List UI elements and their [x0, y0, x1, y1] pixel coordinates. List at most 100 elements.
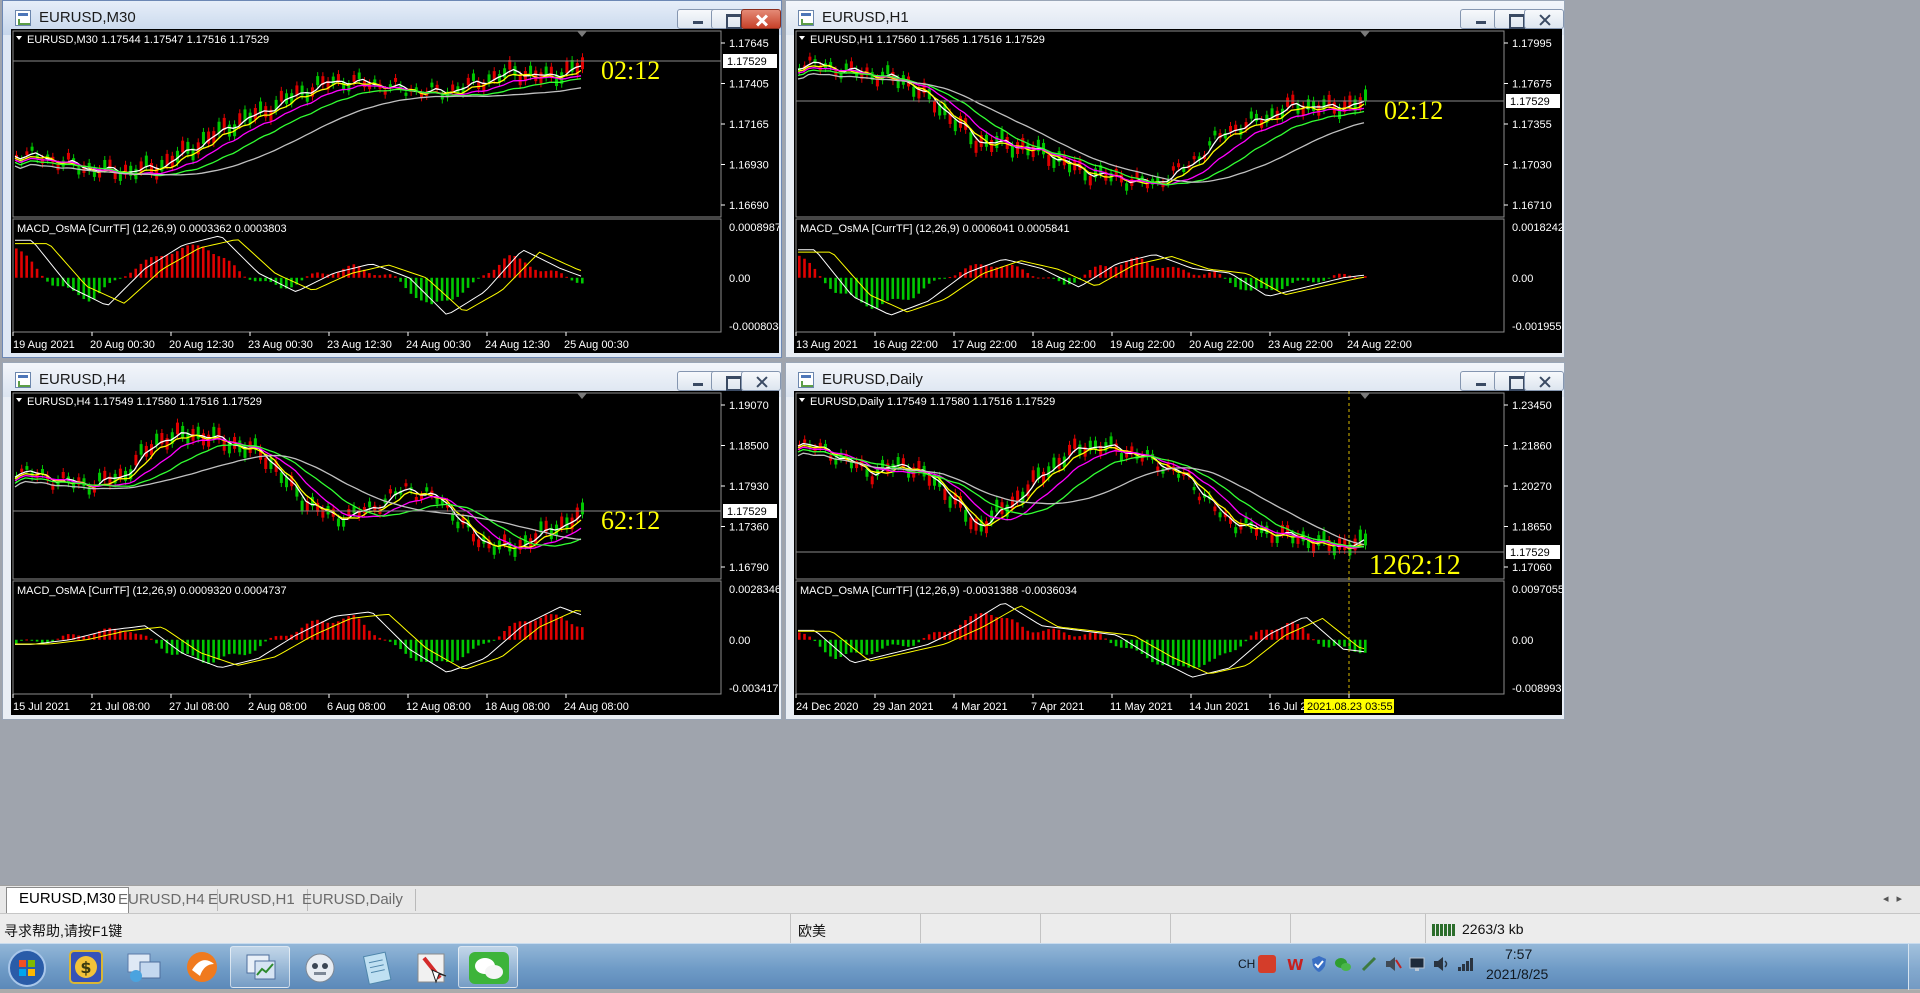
macd-histogram-bar	[201, 639, 205, 663]
macd-histogram-bar	[497, 636, 501, 640]
price-chart[interactable]: EURUSD,H1 1.17560 1.17565 1.17516 1.1752…	[794, 29, 1562, 353]
macd-histogram-bar	[435, 639, 439, 662]
macd-histogram-bar	[933, 277, 936, 281]
candle-body	[134, 454, 138, 466]
macd-histogram-bar	[191, 244, 195, 278]
chart-area[interactable]: EURUSD,H1 1.17560 1.17565 1.17516 1.1752…	[794, 29, 1562, 353]
macd-histogram-bar	[310, 273, 314, 278]
candle-body	[477, 539, 481, 548]
wechat-icon[interactable]	[458, 946, 518, 988]
macd-histogram-bar	[1177, 267, 1180, 278]
candle-body	[565, 61, 569, 74]
price-chart[interactable]: EURUSD,Daily 1.17549 1.17580 1.17516 1.1…	[794, 391, 1562, 715]
candle-body	[1291, 94, 1295, 105]
monitor-tray-icon[interactable]	[1408, 955, 1426, 973]
macd-histogram-bar	[414, 639, 418, 661]
candle-body	[331, 76, 335, 85]
clock-time[interactable]: 7:57	[1505, 946, 1532, 962]
macd-histogram-bar	[518, 621, 522, 640]
chart-area[interactable]: EURUSD,H4 1.17549 1.17580 1.17516 1.1752…	[11, 391, 779, 715]
macd-histogram-bar	[305, 276, 309, 278]
macd-histogram-bar	[1156, 267, 1159, 278]
paint-icon[interactable]	[406, 946, 466, 988]
speaker-mute-icon[interactable]	[1384, 955, 1402, 973]
macd-histogram-bar	[40, 275, 44, 278]
wps-icon[interactable]: W	[1286, 955, 1304, 974]
macd-histogram-bar	[933, 632, 936, 640]
sogou-input-icon[interactable]	[1258, 955, 1276, 973]
wechat-tray-icon[interactable]	[1334, 955, 1352, 973]
macd-histogram-bar	[1104, 266, 1107, 278]
price-chart[interactable]: EURUSD,M30 1.17544 1.17547 1.17516 1.175…	[11, 29, 779, 353]
macd-histogram-bar	[207, 250, 210, 278]
orange-bird-icon[interactable]	[172, 946, 232, 988]
chart-area[interactable]: EURUSD,Daily 1.17549 1.17580 1.17516 1.1…	[794, 391, 1562, 715]
time-tick-label: 15 Jul 2021	[13, 701, 70, 713]
macd-histogram-bar	[253, 277, 257, 282]
price-chart[interactable]: EURUSD,H4 1.17549 1.17580 1.17516 1.1752…	[11, 391, 779, 715]
clock-date[interactable]: 2021/8/25	[1486, 966, 1548, 982]
volume-icon[interactable]	[1432, 955, 1450, 973]
dollar-app-icon[interactable]: $	[56, 946, 116, 988]
network-signal-icon[interactable]	[1456, 955, 1474, 973]
macd-histogram-bar	[1083, 274, 1087, 278]
macd-histogram-bar	[948, 277, 952, 279]
macd-histogram-bar	[1119, 639, 1123, 648]
candle-body	[144, 155, 148, 167]
chart-area[interactable]: EURUSD,M30 1.17544 1.17547 1.17516 1.175…	[11, 29, 779, 353]
candle-body	[534, 70, 538, 82]
notepad-icon[interactable]	[348, 946, 408, 988]
close-button[interactable]	[1524, 371, 1564, 391]
shield-icon[interactable]	[1310, 955, 1328, 973]
close-button[interactable]	[1524, 9, 1564, 29]
chart-window-eurusd-h1[interactable]: EURUSD,H1 EURUSD,H1 1.17560 1.17565 1.17…	[785, 0, 1565, 358]
macd-indicator-label: MACD_OsMA [CurrTF] (12,26,9) 0.0006041 0…	[800, 223, 1070, 235]
candle-body	[1254, 528, 1258, 536]
price-tick-label: 1.17355	[1512, 119, 1552, 131]
macd-histogram-bar	[124, 631, 127, 640]
network-app-icon[interactable]	[114, 946, 174, 988]
show-desktop-button[interactable]	[1908, 944, 1920, 990]
chart-window-eurusd-m30[interactable]: EURUSD,M30 EURUSD,M30 1.17544 1.17547 1.…	[2, 0, 782, 358]
robot-icon[interactable]	[290, 946, 350, 988]
tab-eurusd-daily[interactable]: EURUSD,Daily	[290, 889, 416, 911]
metatrader-icon[interactable]	[230, 946, 290, 988]
close-button[interactable]	[741, 9, 781, 29]
macd-histogram-bar	[1171, 639, 1175, 666]
macd-tick-label: 0.00	[1512, 635, 1533, 647]
macd-histogram-bar	[300, 277, 304, 281]
macd-histogram-bar	[399, 277, 402, 282]
macd-histogram-bar	[264, 639, 267, 642]
macd-histogram-bar	[186, 245, 189, 278]
macd-histogram-bar	[35, 268, 39, 278]
macd-histogram-bar	[1104, 638, 1107, 640]
macd-histogram-bar	[259, 277, 262, 282]
tab-scroll-arrows[interactable]: ◂▸	[1883, 892, 1910, 905]
macd-histogram-bar	[445, 639, 449, 662]
current-price-label: 1.17529	[1510, 547, 1550, 559]
macd-histogram-bar	[1036, 632, 1040, 640]
time-tick-label: 18 Aug 08:00	[485, 701, 550, 713]
macd-histogram-bar	[1322, 639, 1326, 647]
chart-window-eurusd-h4[interactable]: EURUSD,H4 EURUSD,H4 1.17549 1.17580 1.17…	[2, 362, 782, 720]
time-tick-label: 17 Aug 22:00	[952, 339, 1017, 351]
candle-body	[207, 131, 211, 144]
candle-body	[1192, 487, 1196, 491]
language-indicator[interactable]: CH	[1238, 957, 1255, 971]
time-tick-label: 14 Jun 2021	[1189, 701, 1250, 713]
close-button[interactable]	[741, 371, 781, 391]
pen-tray-icon[interactable]	[1360, 955, 1378, 973]
macd-histogram-bar	[1000, 617, 1004, 640]
status-segment	[1290, 914, 1425, 944]
candle-body	[1234, 527, 1238, 534]
macd-histogram-bar	[87, 277, 91, 302]
macd-histogram-bar	[1042, 630, 1045, 640]
macd-histogram-bar	[388, 274, 392, 278]
macd-histogram-bar	[352, 615, 356, 640]
macd-histogram-bar	[300, 627, 304, 640]
candle-body	[30, 146, 34, 151]
start-orb-icon[interactable]	[0, 946, 56, 988]
chart-window-eurusd-daily[interactable]: EURUSD,Daily EURUSD,Daily 1.17549 1.1758…	[785, 362, 1565, 720]
macd-histogram-bar	[1213, 639, 1217, 659]
candle-body	[300, 500, 304, 511]
